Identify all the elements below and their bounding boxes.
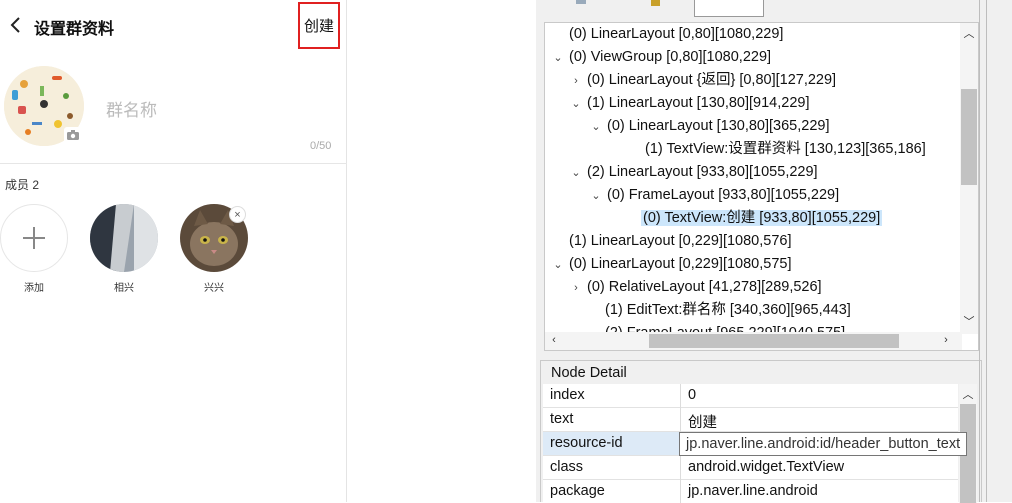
name-length-counter: 0/50 [310,140,332,152]
tree-node[interactable]: ⌄ (0) FrameLayout [933,80][1055,229] [587,184,841,206]
tree-node-label: (1) EditText:群名称 [340,360][965,443] [605,302,851,318]
detail-row[interactable]: index 0 [543,384,958,408]
tree-node-label: (0) FrameLayout [933,80][1055,229] [607,187,840,203]
camera-icon[interactable] [64,127,82,143]
add-member-circle[interactable] [0,204,68,272]
divider [979,0,980,502]
page-title: 设置群资料 [34,21,115,38]
divider [986,0,987,502]
group-name-field[interactable]: 群名称 [106,96,157,121]
add-member-button[interactable]: 添加 [0,204,68,294]
detail-value: 0 [688,387,697,403]
chevron-down-icon[interactable]: ⌄ [587,116,605,138]
members-count-label: 成员 2 [5,178,40,192]
detail-value: android.widget.TextView [688,459,845,475]
hierarchy-tree: (0) LinearLayout [0,80][1080,229] ⌄ (0) Vi… [544,22,979,351]
tree-node-label: (1) TextView:设置群资料 [130,123][365,186] [645,141,926,157]
scroll-left-icon[interactable]: ‹ [545,334,563,346]
tree-node-label: (1) LinearLayout [130,80][914,229] [587,95,810,111]
tab-strip [536,0,986,20]
tree-node-label: (0) LinearLayout [0,80][1080,229] [569,26,784,42]
divider [680,456,681,480]
scroll-right-icon[interactable]: › [937,334,955,346]
tree-node[interactable]: › (0) LinearLayout {返回} [0,80][127,229] [567,69,838,91]
back-arrow-icon[interactable] [8,13,22,37]
create-button[interactable]: 创建 [298,2,340,49]
tree-node[interactable]: ⌄ (0) ViewGroup [0,80][1080,229] [549,46,773,68]
chevron-down-icon[interactable]: ⌄ [549,254,567,276]
chevron-down-icon[interactable]: ⌄ [567,93,585,115]
member-item[interactable]: 相兴 [90,204,158,294]
divider [0,163,347,164]
tree-node[interactable]: ⌄ (1) LinearLayout [130,80][914,229] [567,92,812,114]
detail-row[interactable]: package jp.naver.line.android [543,480,958,503]
remove-member-icon[interactable]: × [229,206,246,223]
tree-node[interactable]: ⌄ (0) LinearLayout [0,229][1080,575] [549,253,794,275]
tree-node[interactable]: (1) TextView:设置群资料 [130,123][365,186] [625,138,928,160]
folder-tab-icon[interactable] [651,0,660,6]
tree-node-label: (0) TextView:创建 [933,80][1055,229] [641,210,883,226]
detail-key: resource-id [550,435,623,451]
scroll-up-icon[interactable]: ︿ [960,25,978,41]
divider [680,384,681,408]
detail-key: index [550,387,585,403]
tree-node[interactable]: (1) EditText:群名称 [340,360][965,443] [585,299,853,321]
chevron-right-icon[interactable]: › [567,277,585,299]
tree-node[interactable]: ⌄ (2) LinearLayout [933,80][1055,229] [567,161,820,183]
tree-vertical-scrollbar[interactable]: ︿ ﹀ [960,23,978,334]
plus-icon [23,227,45,249]
chevron-down-icon[interactable]: ⌄ [549,47,567,69]
avatar[interactable] [90,204,158,272]
detail-value: 创建 [688,415,717,431]
detail-key: text [550,411,574,427]
phone-screen: 设置群资料 创建 群名称 0/50 成员 2 添加 相兴 兴兴 × [0,0,347,502]
chevron-down-icon[interactable]: ⌄ [587,185,605,207]
member-name: 添加 [24,283,44,294]
node-detail-title: Node Detail [549,365,629,381]
tree-node-label: (1) LinearLayout [0,229][1080,576] [569,233,792,249]
screenshot-tab-icon[interactable] [576,0,586,4]
detail-key: package [550,483,605,499]
tree-horizontal-scrollbar[interactable]: ‹ › [545,332,962,350]
divider [680,480,681,503]
node-detail-panel: Node Detail index 0 text 创建 resource-id class… [540,360,982,503]
detail-row[interactable]: text 创建 [543,408,958,432]
divider [680,408,681,432]
tree-node-label: (0) LinearLayout [0,229][1080,575] [569,256,792,272]
resource-id-tooltip: jp.naver.line.android:id/header_button_t… [679,432,968,456]
tree-node-label: (0) LinearLayout {返回} [0,80][127,229] [587,72,837,88]
scroll-down-icon[interactable]: ﹀ [960,313,978,329]
member-name: 相兴 [114,283,134,294]
scroll-thumb[interactable] [961,89,977,185]
detail-row[interactable]: class android.widget.TextView [543,456,958,480]
tree-node-label: (0) LinearLayout [130,80][365,229] [607,118,830,134]
tree-node[interactable]: (0) LinearLayout [0,80][1080,229] [549,23,785,45]
tree-node-label: (0) RelativeLayout [41,278][289,526] [587,279,822,295]
inspector-panel: (0) LinearLayout [0,80][1080,229] ⌄ (0) Vi… [536,0,1012,503]
tree-node-label: (2) LinearLayout [933,80][1055,229] [587,164,818,180]
chevron-down-icon[interactable]: ⌄ [567,162,585,184]
tree-node[interactable]: › (0) RelativeLayout [41,278][289,526] [567,276,824,298]
chevron-right-icon[interactable]: › [567,70,585,92]
header-bar: 设置群资料 创建 [0,0,347,52]
member-name: 兴兴 [204,283,224,294]
tree-node-label: (0) ViewGroup [0,80][1080,229] [569,49,772,65]
tree-node[interactable]: ⌄ (0) LinearLayout [130,80][365,229] [587,115,832,137]
scroll-up-icon[interactable]: ︿ [959,386,977,402]
tree-node[interactable]: (0) TextView:创建 [933,80][1055,229] [623,207,883,229]
detail-value: jp.naver.line.android [688,483,818,499]
tab-active[interactable] [694,0,764,17]
tree-node[interactable]: (1) LinearLayout [0,229][1080,576] [549,230,794,252]
detail-key: class [550,459,584,475]
scroll-thumb[interactable] [649,334,899,348]
